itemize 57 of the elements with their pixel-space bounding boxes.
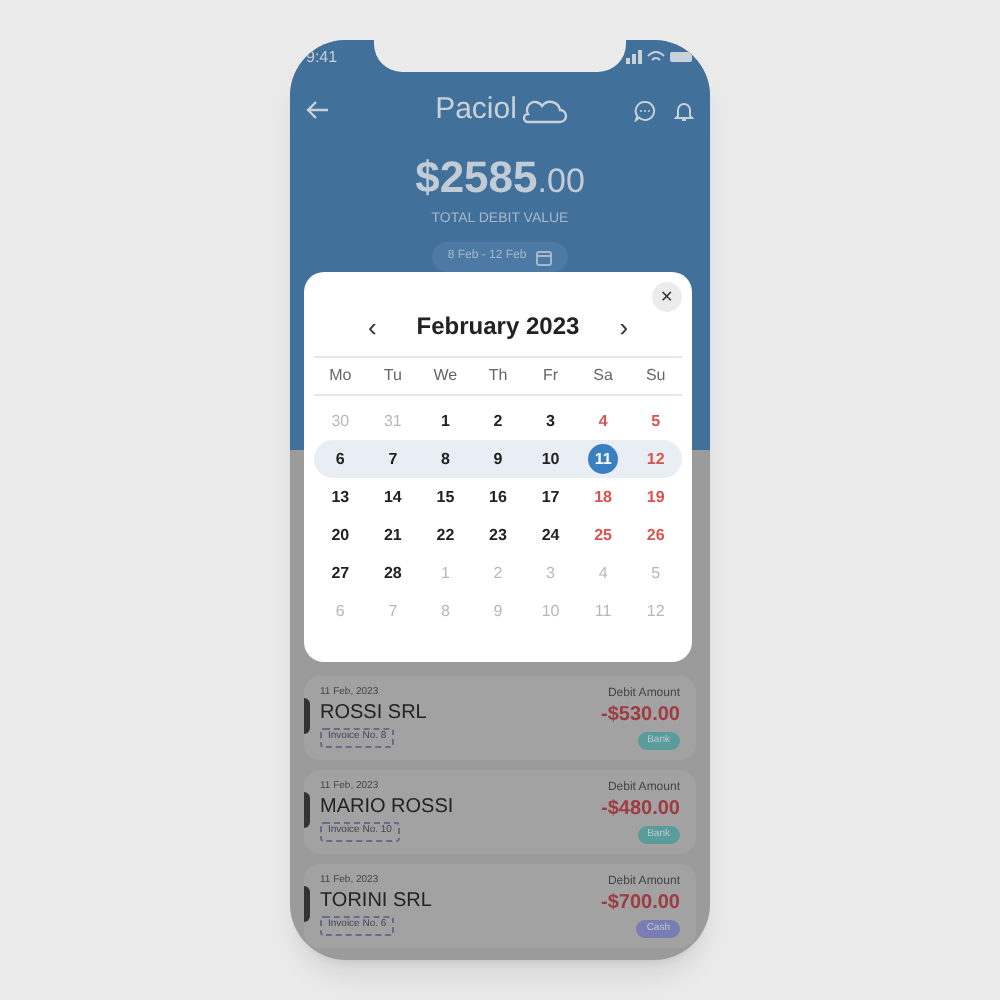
total-amount: $2585 <box>415 149 538 205</box>
weekday-label: We <box>431 364 460 388</box>
app-logo: Paciol <box>435 90 517 130</box>
calendar-day[interactable]: 27 <box>325 558 356 588</box>
calendar-day[interactable]: 4 <box>588 406 619 436</box>
back-arrow-icon[interactable] <box>306 100 330 121</box>
calendar-day[interactable]: 8 <box>430 444 461 474</box>
calendar-day[interactable]: 13 <box>325 482 356 512</box>
calendar-icon <box>536 249 553 265</box>
previous-month-button[interactable]: ‹ <box>367 313 377 339</box>
calendar-day[interactable]: 16 <box>482 482 513 512</box>
calendar-day[interactable]: 19 <box>640 482 671 512</box>
calendar-day[interactable]: 26 <box>640 520 671 550</box>
calendar-day[interactable]: 2 <box>482 406 513 436</box>
customer-name: MARIO ROSSI <box>320 795 454 820</box>
debit-amount: -$530.00 <box>601 704 680 729</box>
calendar-day[interactable]: 15 <box>430 482 461 512</box>
calendar-day[interactable]: 9 <box>482 444 513 474</box>
debit-amount: -$700.00 <box>601 892 680 917</box>
calendar-day[interactable]: 12 <box>640 444 671 474</box>
calendar-day[interactable]: 10 <box>535 444 566 474</box>
calendar-day[interactable]: 28 <box>377 558 408 588</box>
weekday-label: Mo <box>327 364 354 388</box>
calendar-day[interactable]: 6 <box>325 444 356 474</box>
calendar-day[interactable]: 3 <box>535 406 566 436</box>
weekday-label: Th <box>486 364 510 388</box>
calendar-day[interactable]: 14 <box>377 482 408 512</box>
calendar-day[interactable]: 22 <box>430 520 461 550</box>
cloud-icon <box>520 97 569 124</box>
status-icons <box>626 50 694 64</box>
month-title: February 2023 <box>416 310 580 344</box>
card-marker <box>304 886 310 922</box>
weekday-label: Sa <box>591 364 615 388</box>
calendar-day[interactable]: 11 <box>588 444 619 474</box>
debit-amount: -$480.00 <box>601 798 680 823</box>
close-button[interactable]: ✕ <box>652 282 682 312</box>
total-decimals: .00 <box>537 159 585 203</box>
weekday-label: Fr <box>541 364 561 388</box>
card-marker <box>304 792 310 828</box>
weekday-label: Tu <box>381 364 404 388</box>
customer-name: ROSSI SRL <box>320 701 427 726</box>
chat-icon[interactable] <box>633 99 656 122</box>
calendar-day[interactable]: 23 <box>482 520 513 550</box>
calendar-day[interactable]: 17 <box>535 482 566 512</box>
customer-name: TORINI SRL <box>320 889 432 914</box>
calendar-day[interactable]: 20 <box>325 520 356 550</box>
calendar-day[interactable]: 25 <box>588 520 619 550</box>
bell-icon[interactable] <box>673 99 694 122</box>
calendar-day[interactable]: 1 <box>430 406 461 436</box>
weekday-label: Su <box>643 364 668 388</box>
calendar-day[interactable]: 18 <box>588 482 619 512</box>
calendar-day[interactable]: 5 <box>640 406 671 436</box>
next-month-button[interactable]: › <box>619 313 629 339</box>
calendar-day[interactable]: 24 <box>535 520 566 550</box>
card-marker <box>304 698 310 734</box>
calendar-day[interactable]: 7 <box>377 444 408 474</box>
calendar-day[interactable]: 21 <box>377 520 408 550</box>
